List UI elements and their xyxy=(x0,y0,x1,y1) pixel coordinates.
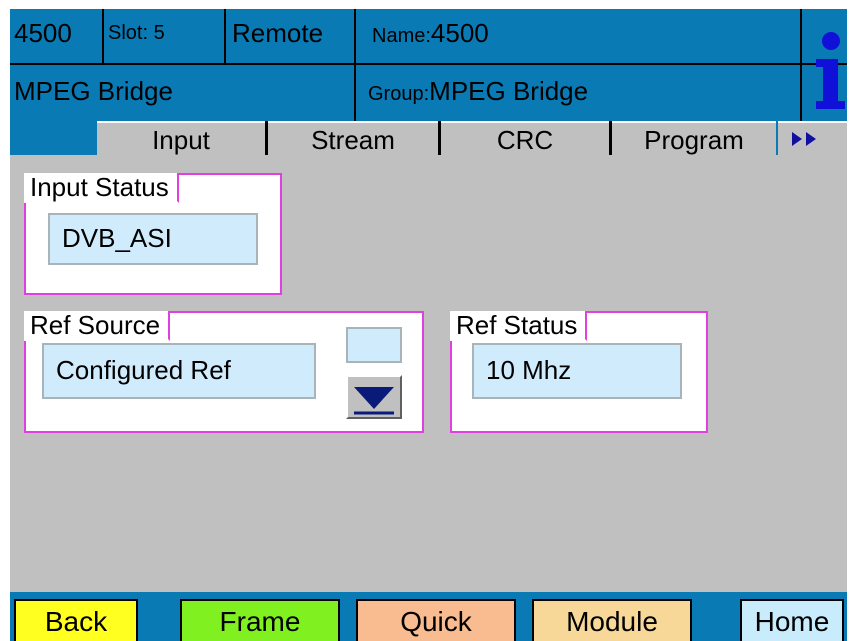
ref-status-title: Ref Status xyxy=(450,311,588,341)
slot-text: Slot: 5 xyxy=(108,22,165,44)
tab-input-label: Input xyxy=(152,125,210,155)
ref-source-indicator xyxy=(346,327,402,363)
info-icon[interactable] xyxy=(810,19,847,119)
device-id: 4500 xyxy=(10,17,102,49)
module-button[interactable]: Module xyxy=(532,599,692,641)
tab-more-button[interactable] xyxy=(778,121,847,155)
header-divider xyxy=(10,63,847,65)
device-screen: 4500 Slot: 5 Remote Name:4500 MPEG Bridg… xyxy=(10,9,847,641)
quick-button[interactable]: Quick xyxy=(356,599,516,641)
triangle-down-icon xyxy=(354,387,394,415)
slot-label: Slot: 5 xyxy=(104,17,224,49)
input-status-panel: Input Status DVB_ASI xyxy=(24,173,282,295)
remote-mode: Remote xyxy=(228,17,354,49)
ref-source-panel: Ref Source Configured Ref xyxy=(24,311,424,433)
input-status-value: DVB_ASI xyxy=(48,213,258,265)
home-button[interactable]: Home xyxy=(740,599,844,641)
group-value: MPEG Bridge xyxy=(429,76,589,106)
tab-crc-label: CRC xyxy=(496,125,554,155)
back-button[interactable]: Back xyxy=(14,599,138,641)
name-label: Name: xyxy=(372,25,431,47)
header-divider xyxy=(800,9,802,121)
tab-crc[interactable]: CRC xyxy=(441,121,609,155)
frame-button[interactable]: Frame xyxy=(180,599,340,641)
tab-bar: Input Stream CRC Program xyxy=(10,121,847,155)
ref-source-dropdown-button[interactable] xyxy=(346,375,402,419)
ref-source-select[interactable]: Configured Ref xyxy=(42,343,316,399)
name-field: Name:4500 xyxy=(358,17,798,52)
input-status-title: Input Status xyxy=(24,173,179,203)
double-arrow-right-icon xyxy=(792,132,816,146)
header-divider xyxy=(102,9,104,63)
ref-status-panel: Ref Status 10 Mhz xyxy=(450,311,708,433)
ref-source-title: Ref Source xyxy=(24,311,171,341)
group-field: Group:MPEG Bridge xyxy=(358,75,798,110)
group-label: Group: xyxy=(368,83,430,105)
tab-input[interactable]: Input xyxy=(97,121,265,155)
tab-stream-label: Stream xyxy=(311,125,395,155)
tab-stream[interactable]: Stream xyxy=(268,121,438,155)
header-divider xyxy=(224,9,226,63)
name-value: 4500 xyxy=(430,18,489,48)
module-name: MPEG Bridge xyxy=(10,75,354,107)
ref-status-value: 10 Mhz xyxy=(472,343,682,399)
header-divider xyxy=(354,9,356,121)
tab-program[interactable]: Program xyxy=(612,121,776,155)
tab-program-label: Program xyxy=(644,125,744,155)
